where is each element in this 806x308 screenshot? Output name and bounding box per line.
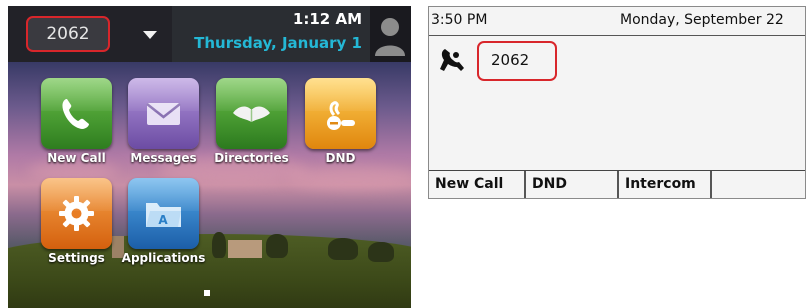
app-directories[interactable]: Directories xyxy=(214,78,289,165)
softkey-intercom[interactable]: Intercom xyxy=(619,171,712,198)
clock-time: 1:12 AM xyxy=(292,10,362,28)
wallpaper-tree xyxy=(212,232,226,258)
wallpaper-house xyxy=(228,240,262,258)
open-book-icon xyxy=(233,106,270,122)
wallpaper-cloud xyxy=(288,166,411,190)
wallpaper-tree xyxy=(368,242,394,262)
status-header: 3:50 PM Monday, September 22 xyxy=(429,7,805,36)
page-indicator-dot[interactable] xyxy=(204,290,210,296)
app-label: Messages xyxy=(130,151,197,165)
clock-date: Thursday, January 1 xyxy=(194,34,362,52)
line-key-label: 2062 xyxy=(491,51,530,69)
app-dnd[interactable]: DND xyxy=(305,78,376,165)
app-new-call[interactable]: New Call xyxy=(41,78,112,165)
app-tile xyxy=(128,78,199,149)
idle-screen-phone: 3:50 PM Monday, September 22 2062 New Ca… xyxy=(428,6,806,199)
app-tile: A xyxy=(128,178,199,249)
app-messages[interactable]: Messages xyxy=(128,78,199,165)
gear-icon xyxy=(59,196,94,231)
app-label: Settings xyxy=(48,251,105,265)
app-label: DND xyxy=(325,151,356,165)
softkey-empty[interactable] xyxy=(712,171,805,198)
app-tile xyxy=(41,178,112,249)
clock-time: 3:50 PM xyxy=(431,12,488,28)
clock-date: Monday, September 22 xyxy=(620,12,784,28)
softkey-new-call[interactable]: New Call xyxy=(429,171,526,198)
phone-handset-icon xyxy=(62,99,89,129)
home-screen-phone: 2062 1:12 AM Thursday, January 1 New Cal… xyxy=(8,6,411,308)
folder-icon: A xyxy=(146,203,181,227)
svg-text:A: A xyxy=(158,213,168,227)
line-phone-icon xyxy=(440,49,464,71)
app-label: Applications xyxy=(121,251,206,265)
app-applications[interactable]: A Applications xyxy=(122,178,205,265)
app-label: Directories xyxy=(214,151,289,165)
user-avatar-button[interactable] xyxy=(370,6,411,62)
app-tile xyxy=(216,78,287,149)
line-key-label: 2062 xyxy=(46,24,90,44)
line-key-button[interactable]: 2062 xyxy=(26,16,110,52)
app-tile xyxy=(41,78,112,149)
app-tile xyxy=(305,78,376,149)
wallpaper-tree xyxy=(328,238,358,260)
chevron-down-icon[interactable] xyxy=(143,31,157,39)
app-settings[interactable]: Settings xyxy=(41,178,112,265)
dnd-icon xyxy=(327,101,355,130)
envelope-icon xyxy=(146,103,181,125)
softkey-bar: New Call DND Intercom xyxy=(429,170,805,198)
app-label: New Call xyxy=(47,151,106,165)
line-key-button[interactable]: 2062 xyxy=(477,41,557,81)
status-bar: 2062 1:12 AM Thursday, January 1 xyxy=(8,6,411,62)
clock-panel: 1:12 AM Thursday, January 1 xyxy=(172,6,370,62)
user-icon xyxy=(375,18,405,56)
softkey-dnd[interactable]: DND xyxy=(526,171,619,198)
wallpaper-tree xyxy=(266,234,288,258)
